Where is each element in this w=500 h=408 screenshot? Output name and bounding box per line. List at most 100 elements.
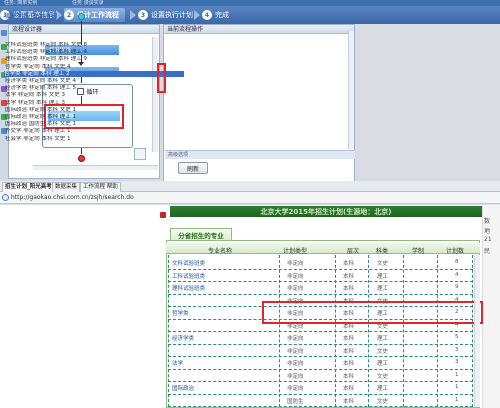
- table-cell: 3: [455, 359, 459, 365]
- column-divider: [168, 255, 169, 407]
- step-number: 3: [138, 10, 148, 20]
- table-cell: 1: [455, 371, 459, 378]
- row-divider: [168, 331, 473, 332]
- advanced-options-bar[interactable]: 高级选项: [165, 150, 355, 159]
- wizard-step-2[interactable]: 2 设计工作流程: [64, 8, 125, 22]
- start-node-icon: [78, 13, 85, 20]
- column-header: 专业名称: [208, 248, 233, 255]
- loop-list-item[interactable]: 国际政治 国防生 本科 文史 1: [5, 121, 185, 127]
- major-link[interactable]: 理科试验班类: [172, 284, 205, 292]
- column-header: 科类: [376, 248, 389, 255]
- loop-list-item[interactable]: 社会学 非定向 本科 文史 1: [5, 136, 185, 142]
- loop-list-item[interactable]: 工科试验班类 非定向 本科 理工 4: [5, 49, 185, 55]
- tab-admissions[interactable]: 招生计划_阳光高考: [2, 182, 55, 192]
- url-text[interactable]: http://gaokao.chsi.com.cn/zsjh/search.do: [11, 194, 134, 201]
- table-cell: 本科: [343, 273, 355, 280]
- column-divider: [335, 255, 336, 407]
- major-link[interactable]: 哲学类: [172, 309, 189, 317]
- tab-workflow-help[interactable]: 工作流程 帮助: [80, 182, 121, 192]
- loop-list-item[interactable]: 法学 非定向 本科 理工 3: [5, 100, 185, 106]
- tab-data-collection[interactable]: 数据采集: [52, 182, 81, 192]
- loop-list-item[interactable]: 文科试验班类 非定向 本科 文史 8: [5, 42, 185, 48]
- row-divider: [168, 281, 473, 282]
- table-cell: 理工: [377, 386, 389, 392]
- chevron-right-icon: [194, 10, 200, 20]
- row-divider: [168, 393, 473, 395]
- major-link[interactable]: 经济学类: [172, 334, 194, 342]
- designer-horizontal-scrollbar[interactable]: [33, 165, 158, 170]
- table-cell: 非定向: [287, 273, 304, 280]
- table-cell: 非定向: [287, 261, 304, 267]
- fit-view-icon[interactable]: [134, 148, 146, 160]
- table-cell: 文史: [377, 348, 389, 355]
- wizard-step-3[interactable]: 3 设置执行计划: [138, 8, 193, 22]
- row-divider: [168, 356, 473, 357]
- loop-list-item[interactable]: 外交学 非定向 本科 理工 1: [5, 128, 185, 134]
- step-label: 设置执行计划: [151, 11, 193, 19]
- page-banner: 北京大学2015年招生计划(生源地：北京): [170, 206, 482, 217]
- table-cell: 非定向: [287, 361, 304, 367]
- column-header: 层次: [347, 248, 360, 255]
- table-cell: 理工: [377, 273, 389, 280]
- major-link[interactable]: 工科试验班类: [172, 272, 205, 280]
- page-decoration: [160, 212, 166, 218]
- connector-line: [81, 148, 82, 154]
- major-link[interactable]: 国际政治: [172, 384, 194, 392]
- row-divider: [168, 406, 473, 407]
- plan-table: [166, 240, 480, 408]
- major-link[interactable]: 文科试验班类: [172, 259, 205, 267]
- table-cell: 8: [455, 259, 459, 265]
- loop-list-item[interactable]: 法学 非定向 本科 文史 3: [5, 92, 185, 98]
- loop-list-header: 循环列表 [总共 46]: [5, 13, 58, 20]
- highlight-box: [157, 63, 166, 93]
- sidebar-text: 地: [484, 228, 491, 235]
- table-cell: 理工: [377, 336, 389, 342]
- tab-province-majors[interactable]: 分省招生的专业: [170, 228, 232, 240]
- table-cell: 本科: [343, 348, 355, 355]
- table-cell: 文史: [377, 398, 389, 405]
- column-header: 计划数: [446, 248, 465, 255]
- sidebar-text: 民: [484, 248, 491, 255]
- column-divider: [437, 255, 438, 407]
- table-cell: 本科: [343, 336, 355, 342]
- table-cell: 理工: [377, 361, 389, 367]
- step-number: 4: [202, 10, 212, 20]
- operations-panel: 当前流程操作: [163, 24, 355, 184]
- globe-icon: [2, 194, 9, 201]
- loop-list-item[interactable]: 国际政治 非定向 本科 理工 1: [5, 114, 185, 120]
- major-link[interactable]: 法学: [172, 359, 183, 367]
- page-vertical-scrollbar[interactable]: [474, 255, 480, 407]
- operations-title: 当前流程操作: [164, 25, 354, 34]
- table-cell: 本科: [343, 398, 355, 405]
- chevron-right-icon: [130, 10, 136, 20]
- table-cell: 国防生: [287, 398, 304, 405]
- browser-tab-bar: 招生计划_阳光高考 数据采集 工作流程 帮助: [0, 181, 500, 192]
- table-cell: 4: [455, 271, 459, 278]
- column-divider: [403, 255, 404, 407]
- table-cell: 非定向: [287, 348, 304, 355]
- table-cell: 本科: [343, 261, 355, 267]
- sidebar-text: 21: [484, 236, 492, 243]
- open-page-tool-icon[interactable]: [1, 30, 7, 36]
- table-cell: 1: [455, 384, 459, 390]
- row-divider: [168, 368, 473, 370]
- loop-list-item[interactable]: 理科试验班类 非定向 本科 理工 9: [5, 56, 185, 62]
- table-cell: 本科: [343, 373, 355, 380]
- refresh-button[interactable]: 刷新: [178, 162, 208, 174]
- table-cell: 1: [455, 396, 459, 403]
- table-cell: 本科: [343, 361, 355, 367]
- table-cell: 本科: [343, 386, 355, 392]
- column-header: 学制: [412, 248, 425, 255]
- table-cell: 文史: [377, 261, 389, 267]
- empty-area: [355, 24, 500, 184]
- wizard-step-4[interactable]: 4 完成: [202, 8, 229, 22]
- table-cell: 非定向: [287, 373, 304, 380]
- list-scrollbar[interactable]: [348, 31, 354, 149]
- step-label: 完成: [215, 11, 229, 19]
- sidebar-text: 数: [484, 218, 491, 225]
- table-cell: 非定向: [287, 386, 304, 392]
- designer-title: 流程设计器: [9, 25, 159, 34]
- loop-list-item[interactable]: 国际政治 非定向 本科 文史 1: [5, 107, 185, 113]
- column-divider: [368, 255, 369, 407]
- table-cell: 非定向: [287, 336, 304, 342]
